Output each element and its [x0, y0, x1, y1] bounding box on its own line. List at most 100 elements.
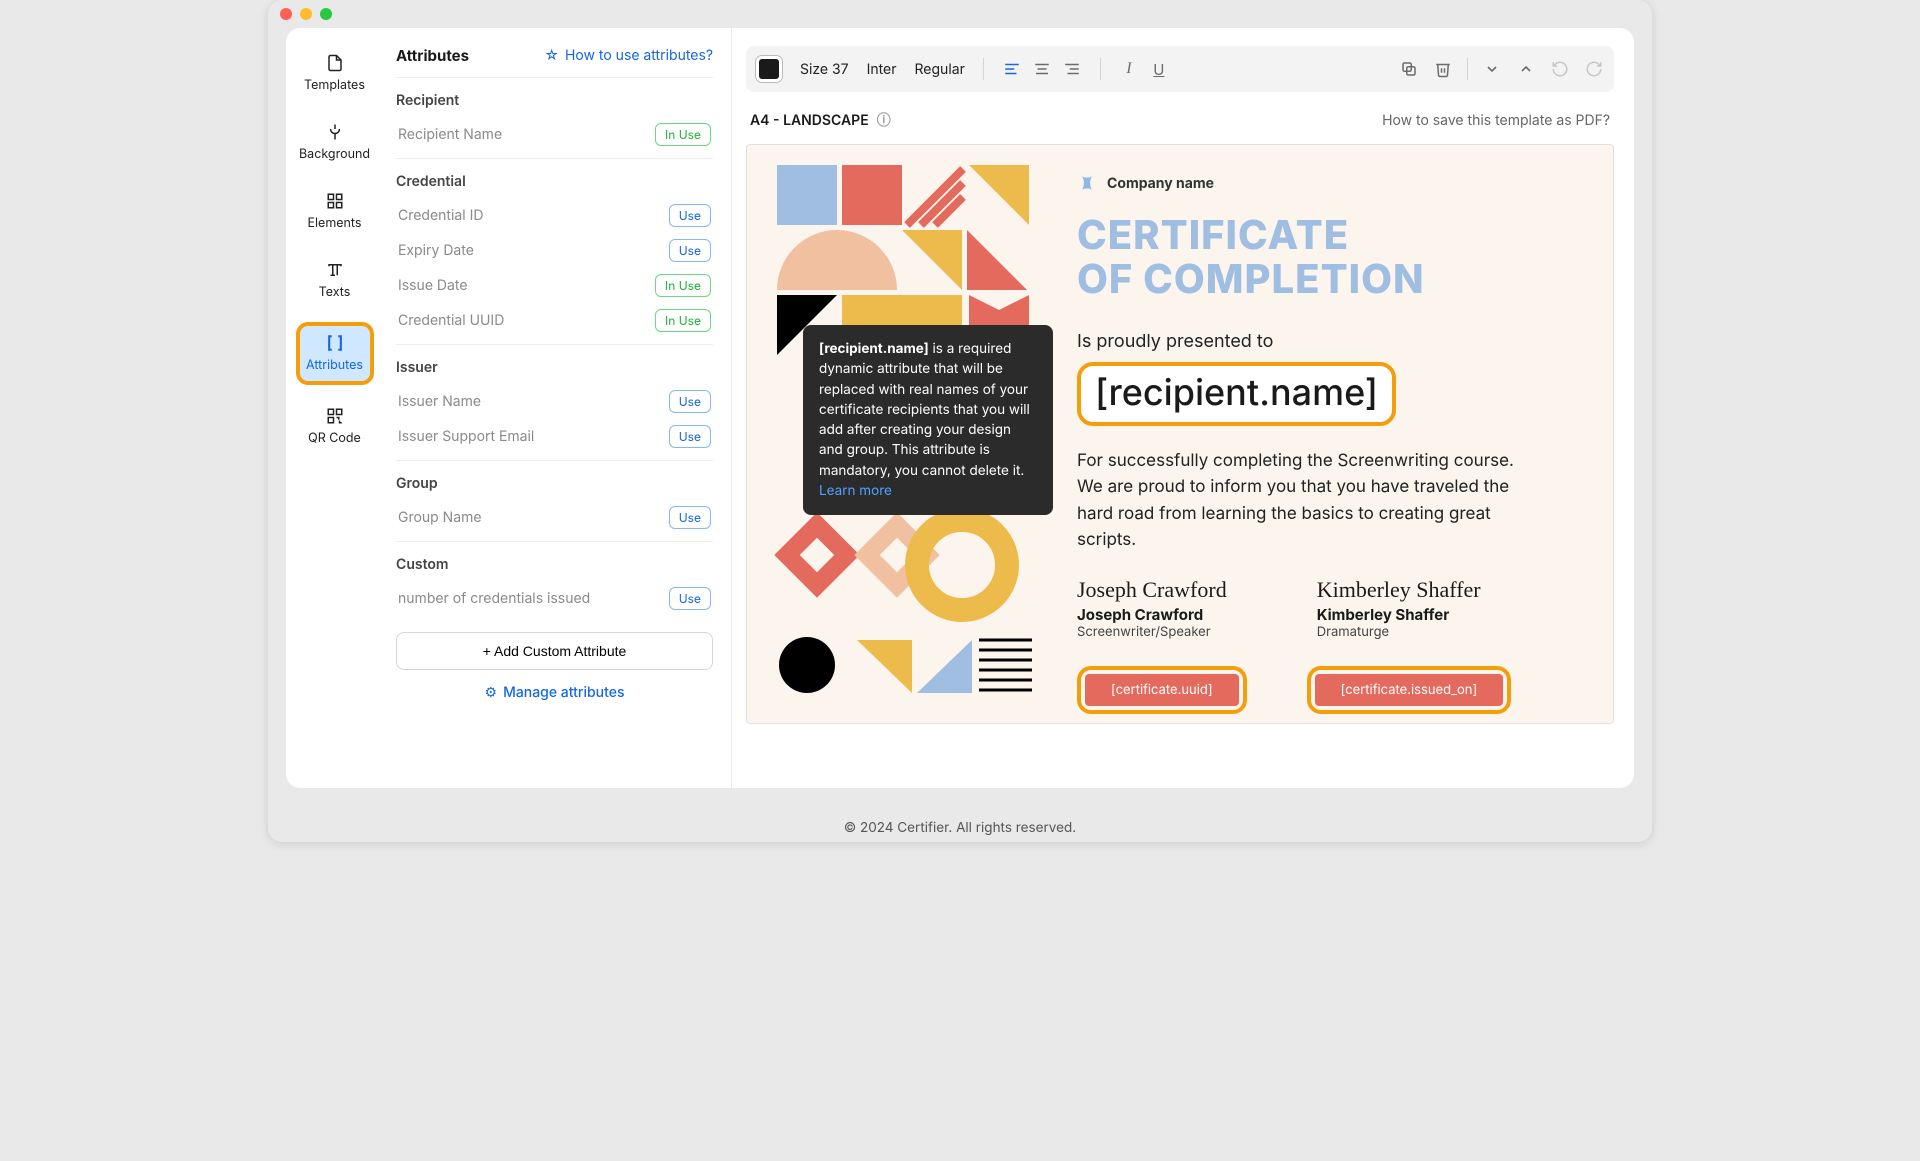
- help-how-to-use-attributes[interactable]: ☆ How to use attributes?: [544, 47, 713, 64]
- use-button[interactable]: Use: [669, 587, 711, 610]
- separator: [1100, 58, 1101, 80]
- attr-label: Issuer Name: [398, 393, 481, 410]
- sidebar-item-background[interactable]: Background: [296, 115, 374, 170]
- italic-icon[interactable]: I: [1119, 59, 1139, 79]
- section-title: Issuer: [396, 359, 713, 376]
- texts-icon: [326, 261, 344, 279]
- manage-attributes-link[interactable]: ⚙ Manage attributes: [396, 684, 713, 701]
- signature-block-2: Kimberley Shaffer Kimberley Shaffer Dram…: [1317, 577, 1481, 640]
- underline-icon[interactable]: U: [1149, 59, 1169, 79]
- font-size-select[interactable]: Size 37: [800, 61, 849, 78]
- status-badge: In Use: [655, 274, 711, 297]
- signature-name-1: Joseph Crawford: [1077, 605, 1227, 624]
- attr-row-expiry-date[interactable]: Expiry Date Use: [396, 233, 713, 268]
- tooltip-learn-more-link[interactable]: Learn more: [819, 483, 892, 499]
- sidebar-item-texts[interactable]: Texts: [296, 253, 374, 308]
- section-custom: Custom number of credentials issued Use: [396, 541, 713, 622]
- align-center-icon[interactable]: [1032, 59, 1052, 79]
- app-window: Templates Background Elements Texts Attr…: [268, 0, 1652, 842]
- page-format-label: A4 - LANDSCAPE: [750, 112, 869, 129]
- add-custom-attribute-button[interactable]: + Add Custom Attribute: [396, 632, 713, 670]
- save-as-pdf-help-link[interactable]: How to save this template as PDF?: [1382, 112, 1610, 129]
- sidebar-item-label: QR Code: [308, 431, 361, 446]
- signature-script-1: Joseph Crawford: [1077, 577, 1227, 603]
- gear-icon: ⚙: [485, 684, 498, 701]
- sidebar-item-templates[interactable]: Templates: [296, 46, 374, 101]
- sidebar-item-label: Texts: [319, 285, 351, 300]
- tooltip-body: is a required dynamic attribute that wil…: [819, 341, 1030, 479]
- token-row: [certificate.uuid] [certificate.issued_o…: [1077, 666, 1583, 714]
- help-link-label: How to use attributes?: [565, 47, 713, 64]
- close-window-icon[interactable]: [280, 8, 292, 20]
- attributes-icon: [325, 334, 345, 352]
- minimize-window-icon[interactable]: [300, 8, 312, 20]
- chevron-up-icon[interactable]: [1516, 59, 1536, 79]
- use-button[interactable]: Use: [669, 390, 711, 413]
- attr-row-issue-date[interactable]: Issue Date In Use: [396, 268, 713, 303]
- font-family-select[interactable]: Inter: [867, 61, 897, 78]
- token-text: [certificate.uuid]: [1085, 674, 1239, 706]
- attributes-panel: Attributes ☆ How to use attributes? Reci…: [384, 28, 732, 788]
- redo-icon[interactable]: [1584, 59, 1604, 79]
- use-button[interactable]: Use: [669, 239, 711, 262]
- certificate-title: CERTIFICATE OF COMPLETION: [1077, 213, 1583, 301]
- use-button[interactable]: Use: [669, 506, 711, 529]
- info-icon[interactable]: ⓘ: [877, 110, 891, 130]
- attr-row-num-credentials-issued[interactable]: number of credentials issued Use: [396, 581, 713, 616]
- attr-row-credential-uuid[interactable]: Credential UUID In Use: [396, 303, 713, 338]
- cert-title-line2: OF COMPLETION: [1077, 257, 1583, 301]
- font-weight-select[interactable]: Regular: [915, 61, 965, 78]
- attr-row-issuer-name[interactable]: Issuer Name Use: [396, 384, 713, 419]
- attr-label: Issuer Support Email: [398, 428, 534, 445]
- canvas-area: Size 37 Inter Regular I U: [732, 28, 1634, 788]
- sidebar-item-label: Attributes: [306, 358, 363, 373]
- attr-label: Expiry Date: [398, 242, 474, 259]
- signature-role-2: Dramaturge: [1317, 624, 1481, 640]
- certificate-issued-on-token[interactable]: [certificate.issued_on]: [1307, 666, 1512, 714]
- color-picker-button[interactable]: [756, 56, 782, 82]
- align-right-icon[interactable]: [1062, 59, 1082, 79]
- sidebar-item-elements[interactable]: Elements: [296, 184, 374, 239]
- sidebar-item-label: Background: [299, 147, 370, 162]
- titlebar: [268, 0, 1652, 28]
- maximize-window-icon[interactable]: [320, 8, 332, 20]
- attr-label: number of credentials issued: [398, 590, 590, 607]
- left-sidebar: Templates Background Elements Texts Attr…: [286, 28, 384, 788]
- elements-icon: [326, 192, 344, 210]
- attr-label: Group Name: [398, 509, 482, 526]
- align-left-icon[interactable]: [1002, 59, 1022, 79]
- undo-icon[interactable]: [1550, 59, 1570, 79]
- certificate-body-text: For successfully completing the Screenwr…: [1077, 448, 1537, 553]
- attr-row-issuer-support-email[interactable]: Issuer Support Email Use: [396, 419, 713, 454]
- sidebar-item-qrcode[interactable]: QR Code: [296, 399, 374, 454]
- attr-row-credential-id[interactable]: Credential ID Use: [396, 198, 713, 233]
- presented-to-label: Is proudly presented to: [1077, 331, 1583, 352]
- sidebar-item-label: Templates: [304, 78, 365, 93]
- separator: [1467, 58, 1468, 80]
- attr-row-group-name[interactable]: Group Name Use: [396, 500, 713, 535]
- attr-label: Credential UUID: [398, 312, 504, 329]
- certificate-uuid-token[interactable]: [certificate.uuid]: [1077, 666, 1247, 714]
- token-text: [certificate.issued_on]: [1315, 674, 1504, 706]
- company-name-label: Company name: [1107, 175, 1214, 192]
- section-title: Custom: [396, 556, 713, 573]
- use-button[interactable]: Use: [669, 204, 711, 227]
- status-badge: In Use: [655, 123, 711, 146]
- attr-label: Issue Date: [398, 277, 468, 294]
- background-icon: [326, 123, 344, 141]
- footer-copyright: © 2024 Certifier. All rights reserved.: [268, 806, 1652, 842]
- separator: [983, 58, 984, 80]
- trash-icon[interactable]: [1433, 59, 1453, 79]
- attr-row-recipient-name[interactable]: Recipient Name In Use: [396, 117, 713, 152]
- certificate-canvas[interactable]: [recipient.name] is a required dynamic a…: [746, 144, 1614, 724]
- section-group: Group Group Name Use: [396, 460, 713, 541]
- copy-icon[interactable]: [1399, 59, 1419, 79]
- templates-icon: [326, 54, 344, 72]
- use-button[interactable]: Use: [669, 425, 711, 448]
- signature-role-1: Screenwriter/Speaker: [1077, 624, 1227, 640]
- star-icon: ☆: [544, 47, 559, 64]
- sidebar-item-attributes[interactable]: Attributes: [296, 322, 374, 385]
- chevron-down-icon[interactable]: [1482, 59, 1502, 79]
- status-badge: In Use: [655, 309, 711, 332]
- recipient-name-token[interactable]: [recipient.name]: [1077, 362, 1396, 426]
